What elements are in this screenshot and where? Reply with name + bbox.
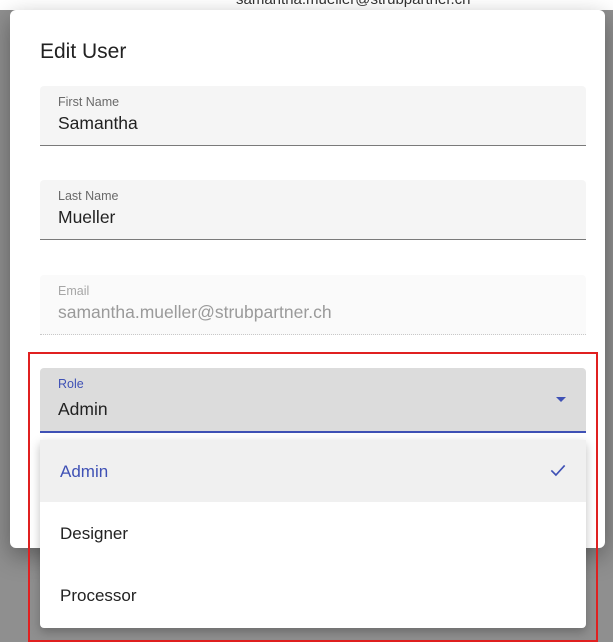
role-option-label: Admin (60, 462, 109, 481)
role-label: Role (58, 377, 84, 391)
role-option-admin[interactable]: Admin (40, 440, 586, 502)
email-field: Email (40, 275, 586, 335)
dialog-title: Edit User (40, 40, 127, 63)
last-name-label: Last Name (58, 189, 119, 203)
first-name-field[interactable]: First Name (40, 86, 586, 146)
first-name-label: First Name (58, 95, 120, 109)
role-options-menu: Admin Designer Processor (40, 440, 586, 628)
role-select[interactable]: Role Admin (40, 368, 586, 433)
check-icon (550, 464, 566, 477)
role-option-processor[interactable]: Processor (40, 564, 586, 626)
role-value: Admin (58, 399, 108, 419)
last-name-field[interactable]: Last Name (40, 180, 586, 240)
first-name-input[interactable] (58, 113, 558, 134)
email-label: Email (58, 284, 90, 298)
backdrop-page: samantha.mueller@strubpartner.ch (0, 0, 613, 10)
role-option-designer[interactable]: Designer (40, 502, 586, 564)
last-name-input[interactable] (58, 207, 558, 228)
caret-down-icon[interactable] (556, 397, 566, 402)
role-option-label: Designer (60, 524, 129, 543)
role-option-label: Processor (60, 586, 137, 605)
backdrop-email-text: samantha.mueller@strubpartner.ch (236, 0, 471, 8)
email-input (58, 302, 558, 323)
